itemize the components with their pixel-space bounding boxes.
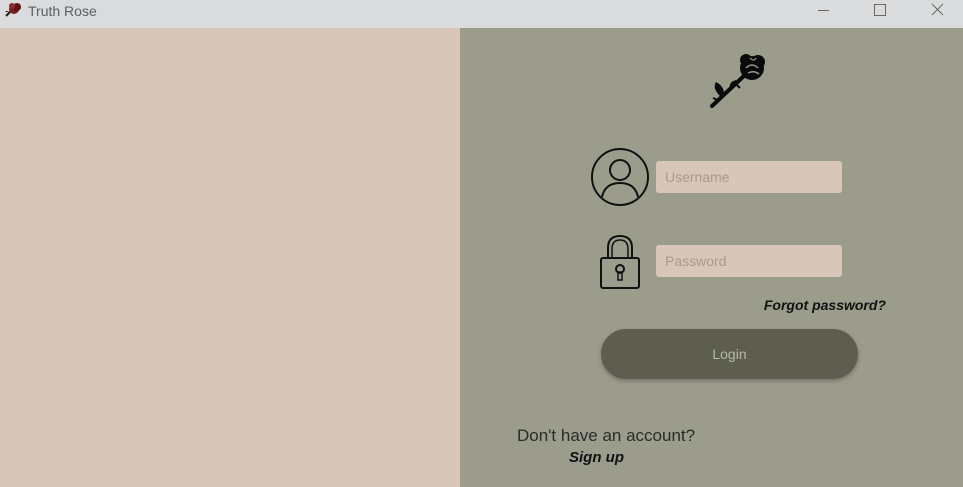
title-bar[interactable]: Truth Rose: [0, 0, 963, 28]
left-panel: [0, 28, 460, 487]
maximize-icon: [874, 4, 886, 16]
minimize-icon: [818, 10, 829, 11]
maximize-button[interactable]: [857, 0, 903, 22]
no-account-text: Don't have an account?: [517, 426, 696, 445]
app-window: Truth Rose Username Forgot password? Log…: [0, 0, 963, 487]
minimize-button[interactable]: [800, 0, 846, 22]
rose-icon: [3, 2, 23, 20]
window-title: Truth Rose: [28, 3, 97, 19]
login-panel: Forgot password? Login Don't have an acc…: [460, 28, 963, 487]
signup-link[interactable]: Sign up: [569, 449, 624, 466]
username-input[interactable]: [656, 161, 842, 193]
user-avatar-icon: [589, 146, 651, 208]
rose-logo-icon: [706, 48, 772, 114]
close-button[interactable]: [914, 0, 960, 22]
forgot-password-link[interactable]: Forgot password?: [760, 297, 886, 313]
password-input[interactable]: [656, 245, 842, 277]
close-icon: [931, 3, 944, 16]
padlock-icon: [598, 232, 642, 292]
login-button[interactable]: Login: [601, 329, 858, 379]
